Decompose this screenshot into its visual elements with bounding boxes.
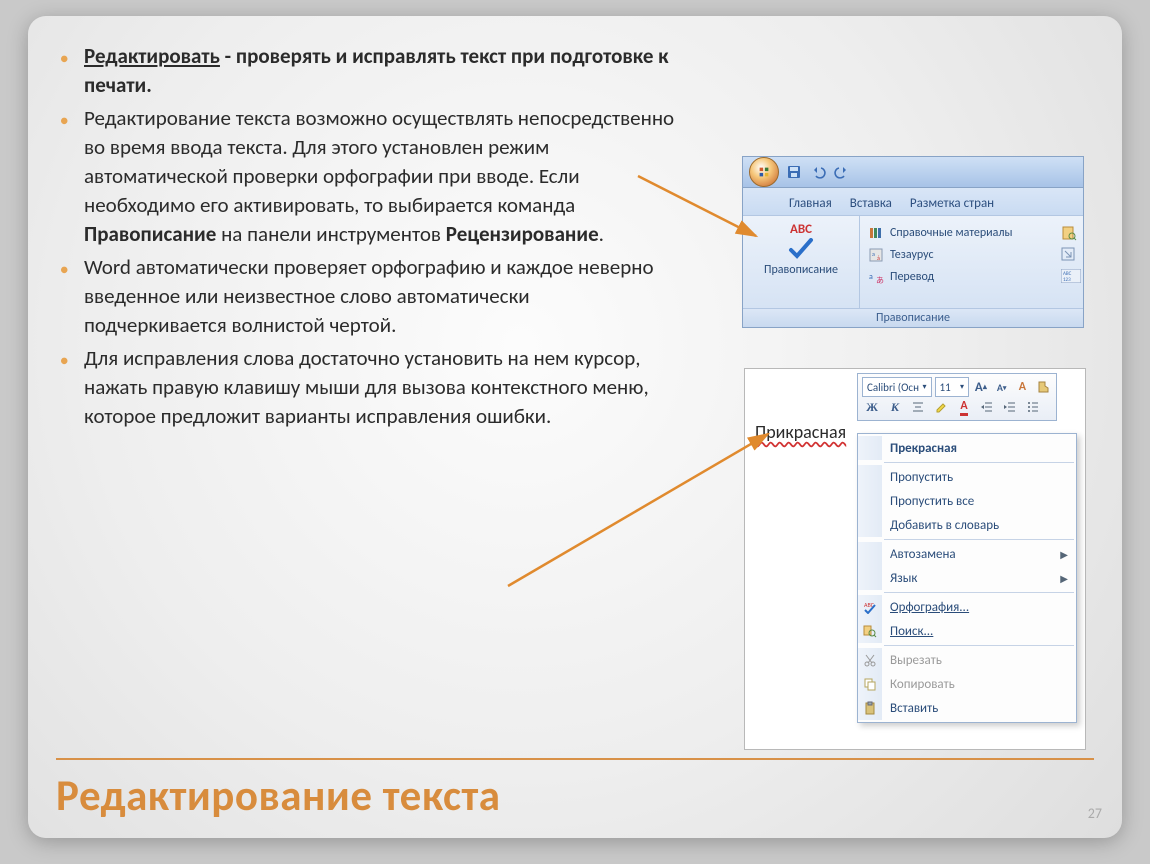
thesaurus-label: Тезаурус xyxy=(890,248,934,262)
bullet-2-bold1: Правописание xyxy=(84,221,216,247)
menu-cut[interactable]: Вырезать xyxy=(858,648,1076,672)
spelling-label: Правописание xyxy=(764,263,838,277)
save-icon[interactable] xyxy=(785,163,803,181)
abc-check-icon: ABC Правописание xyxy=(743,222,859,277)
bullet-4: Для исправления слова достаточно установ… xyxy=(56,344,676,431)
slide-title: Редактирование текста xyxy=(56,769,500,822)
svg-text:a: a xyxy=(869,272,873,282)
menu-spelling[interactable]: ABC Орфография... xyxy=(858,595,1076,619)
translate-button[interactable]: aあ Перевод ABC123 xyxy=(868,266,1077,288)
ribbon-title-bar xyxy=(743,157,1083,188)
bullet-2-mid: на панели инструментов xyxy=(216,221,445,247)
decrease-indent-icon[interactable] xyxy=(977,397,997,417)
abc123-icon: ABC123 xyxy=(1061,269,1077,285)
svg-text:á: á xyxy=(877,254,880,262)
bullet-2: Редактирование текста возможно осуществл… xyxy=(56,104,676,249)
increase-indent-icon[interactable] xyxy=(1000,397,1020,417)
ribbon-group-caption: Правописание xyxy=(743,308,1083,327)
menu-suggestion[interactable]: Прекрасная xyxy=(858,436,1076,460)
tab-layout[interactable]: Разметка стран xyxy=(908,192,996,215)
slide: Редактировать - проверять и исправлять т… xyxy=(28,16,1122,838)
divider-line xyxy=(56,758,1094,760)
bullet-2-bold2: Рецензирование xyxy=(446,221,599,247)
ribbon-tabs: Главная Вставка Разметка стран xyxy=(743,188,1083,216)
bullet-3: Word автоматически проверяет орфографию … xyxy=(56,253,676,340)
reference-label: Справочные материалы xyxy=(890,226,1012,240)
center-align-icon[interactable] xyxy=(908,397,928,417)
svg-text:123: 123 xyxy=(1063,277,1071,283)
redo-icon[interactable] xyxy=(833,163,851,181)
svg-text:あ: あ xyxy=(876,276,884,285)
grow-font-icon[interactable]: A▴ xyxy=(972,377,990,397)
bullet-2-pre: Редактирование текста возможно осуществл… xyxy=(84,105,674,218)
menu-skip[interactable]: Пропустить xyxy=(858,465,1076,489)
office-button[interactable] xyxy=(749,157,779,187)
italic-icon[interactable]: К xyxy=(885,397,905,417)
copy-icon xyxy=(858,672,882,696)
svg-text:a: a xyxy=(872,250,875,258)
font-size-box[interactable]: 11▾ xyxy=(935,377,970,397)
menu-autocorrect[interactable]: Автозамена▶ xyxy=(858,542,1076,566)
shrink-font-icon[interactable]: A▾ xyxy=(993,377,1011,397)
menu-paste[interactable]: Вставить xyxy=(858,696,1076,720)
bold-icon[interactable]: Ж xyxy=(862,397,882,417)
document-area: Calibri (Осн▾ 11▾ A▴ A▾ A Ж К A Прикрасн… xyxy=(744,368,1086,750)
tab-home[interactable]: Главная xyxy=(787,192,834,215)
highlight-icon[interactable] xyxy=(931,397,951,417)
menu-language[interactable]: Язык▶ xyxy=(858,566,1076,590)
format-painter-icon[interactable] xyxy=(1034,377,1052,397)
office-icon xyxy=(757,165,771,179)
styles-icon[interactable]: A xyxy=(1014,377,1032,397)
research-icon xyxy=(1061,225,1077,241)
bullets-icon[interactable] xyxy=(1023,397,1043,417)
spelling-check-icon: ABC xyxy=(858,595,882,619)
cut-icon xyxy=(858,648,882,672)
font-size-value: 11 xyxy=(940,381,951,394)
bullet-1: Редактировать - проверять и исправлять т… xyxy=(56,42,676,100)
page-number: 27 xyxy=(1088,805,1102,822)
menu-skip-all[interactable]: Пропустить все xyxy=(858,489,1076,513)
misspelled-word[interactable]: Прикрасная xyxy=(755,421,846,443)
context-menu: Прекрасная Пропустить Пропустить все Доб… xyxy=(857,433,1077,723)
translate-label: Перевод xyxy=(890,270,934,284)
misspelled-text: Прикрасная xyxy=(755,421,846,443)
bullet-1-lead: Редактировать xyxy=(84,43,220,69)
undo-icon[interactable] xyxy=(809,163,827,181)
menu-find[interactable]: Поиск... xyxy=(858,619,1076,643)
reference-materials-button[interactable]: Справочные материалы xyxy=(868,222,1077,244)
paste-icon xyxy=(858,696,882,720)
thesaurus-button[interactable]: aá Тезаурус xyxy=(868,244,1077,266)
bullet-list: Редактировать - проверять и исправлять т… xyxy=(56,42,676,435)
thesaurus-icon: aá xyxy=(868,247,884,263)
font-color-icon[interactable]: A xyxy=(954,397,974,417)
ribbon-group-right: Справочные материалы aá Тезаурус aあ Пере… xyxy=(860,216,1083,308)
font-name-value: Calibri (Осн xyxy=(867,381,919,394)
mini-toolbar: Calibri (Осн▾ 11▾ A▴ A▾ A Ж К A xyxy=(857,373,1057,421)
font-name-box[interactable]: Calibri (Осн▾ xyxy=(862,377,932,397)
tab-insert[interactable]: Вставка xyxy=(848,192,894,215)
find-icon xyxy=(858,619,882,643)
menu-add-dictionary[interactable]: Добавить в словарь xyxy=(858,513,1076,537)
ribbon-panel: Главная Вставка Разметка стран ABC Право… xyxy=(742,156,1084,328)
translate-icon: aあ xyxy=(868,269,884,285)
menu-copy[interactable]: Копировать xyxy=(858,672,1076,696)
dialog-launcher-icon[interactable] xyxy=(1061,247,1077,263)
books-icon xyxy=(868,225,884,241)
bullet-2-end: . xyxy=(599,221,604,247)
ribbon-body: ABC Правописание Справочные материалы aá… xyxy=(743,216,1083,308)
abc-label: ABC xyxy=(790,222,812,237)
spelling-button[interactable]: ABC Правописание xyxy=(743,216,860,308)
